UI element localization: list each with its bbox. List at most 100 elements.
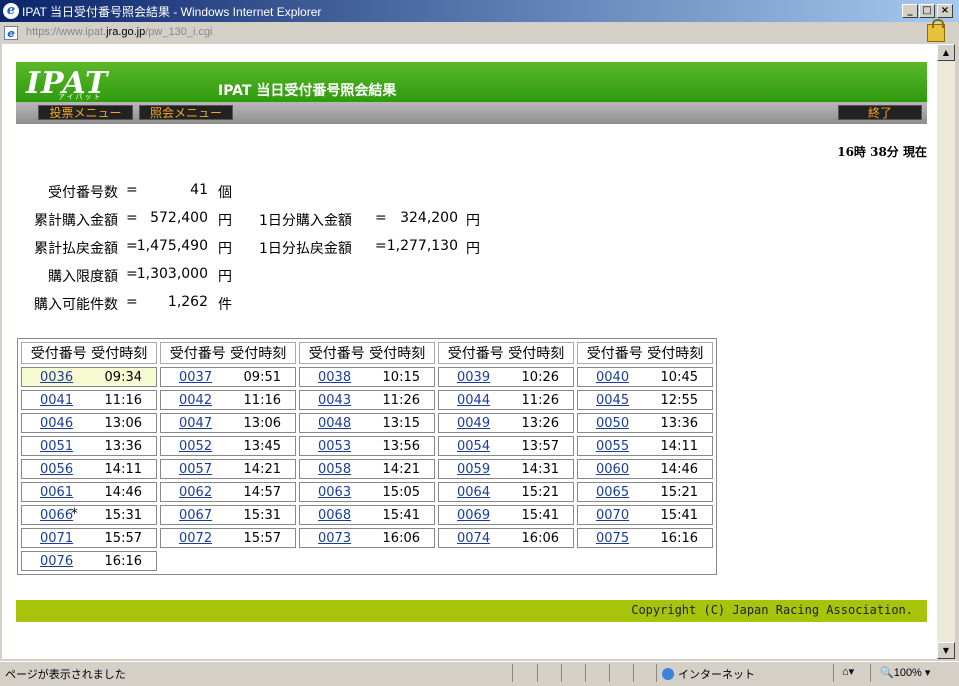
total-refund-label: 累計払戻金額 <box>34 241 118 257</box>
table-body: 0036 09:34 0037 09:51 0038 10:15 0039 10:26 0040… <box>21 367 713 571</box>
lock-icon[interactable] <box>927 19 945 42</box>
receipt-time: 11:16 <box>104 392 142 408</box>
status-text: ページが表示されました <box>5 669 126 681</box>
receipt-time: 13:06 <box>243 415 281 431</box>
receipt-cell: 0063 15:05 <box>299 482 435 502</box>
receipt-number-link[interactable]: 0053 <box>318 439 351 454</box>
receipt-time: 13:26 <box>521 415 559 431</box>
receipt-number-link[interactable]: 0052 <box>179 439 212 454</box>
receipt-number-link[interactable]: 0065 <box>596 485 629 500</box>
inquiry-menu-button[interactable]: 照会メニュー <box>139 105 233 120</box>
available-value: 1,262 <box>167 294 208 310</box>
receipt-cell: 0065 15:21 <box>577 482 713 502</box>
receipt-number-link[interactable]: 0057 <box>179 462 212 477</box>
zoom-level[interactable]: 🔍100% ▾ <box>880 666 930 679</box>
page-title: IPAT 当日受付番号照会結果 <box>218 83 397 99</box>
receipt-number-link[interactable]: 0061 <box>40 485 73 500</box>
receipt-time: 15:41 <box>521 507 559 523</box>
window-title: IPAT 当日受付番号照会結果 - Windows Internet Explo… <box>22 5 322 19</box>
receipt-time: 10:45 <box>660 369 698 385</box>
receipt-time: 15:21 <box>660 484 698 500</box>
receipt-number-link[interactable]: 0046 <box>40 416 73 431</box>
receipt-number-link[interactable]: 0051 <box>40 439 73 454</box>
protected-mode-icon[interactable]: ⌂▾ <box>842 665 854 678</box>
receipt-number-link[interactable]: 0036 <box>40 370 73 385</box>
column-header: 受付番号 受付時刻 <box>21 342 157 364</box>
exit-button[interactable]: 終了 <box>838 105 922 120</box>
receipt-number-link[interactable]: 0069 <box>457 508 490 523</box>
scroll-up-arrow-icon[interactable]: ▲ <box>937 44 955 61</box>
receipt-number-link[interactable]: 0067 <box>179 508 212 523</box>
receipt-number-link[interactable]: 0063 <box>318 485 351 500</box>
receipt-number-link[interactable]: 0076 <box>40 554 73 569</box>
day-refund-value: 1,277,130 <box>386 238 458 254</box>
page-viewport: IPAT アイパット IPAT 当日受付番号照会結果 投票メニュー 照会メニュー… <box>2 44 937 659</box>
copyright-text: Copyright (C) Japan Racing Association. <box>631 603 913 617</box>
receipt-number-link[interactable]: 0074 <box>457 531 490 546</box>
column-header: 受付番号 受付時刻 <box>577 342 713 364</box>
receipt-cell: 0072 15:57 <box>160 528 296 548</box>
window-title-bar[interactable]: e IPAT 当日受付番号照会結果 - Windows Internet Exp… <box>0 0 959 22</box>
receipt-time: 13:15 <box>382 415 420 431</box>
receipt-time: 09:34 <box>104 369 142 385</box>
receipt-number-link[interactable]: 0064 <box>457 485 490 500</box>
receipt-number-link[interactable]: 0056 <box>40 462 73 477</box>
url-text[interactable]: https://www.ipat.jra.go.jp/pw_130_i.cgi <box>26 26 213 38</box>
mark-asterisk: * <box>70 506 78 522</box>
receipt-number-link[interactable]: 0062 <box>179 485 212 500</box>
receipt-number-link[interactable]: 0055 <box>596 439 629 454</box>
receipt-number-link[interactable]: 0037 <box>179 370 212 385</box>
receipt-time: 11:26 <box>521 392 559 408</box>
vote-menu-button[interactable]: 投票メニュー <box>38 105 133 120</box>
minimize-button[interactable]: _ <box>902 4 918 18</box>
receipt-number-link[interactable]: 0048 <box>318 416 351 431</box>
receipt-time: 10:15 <box>382 369 420 385</box>
vertical-scrollbar[interactable]: ▲ ▼ <box>937 44 955 659</box>
scroll-down-arrow-icon[interactable]: ▼ <box>937 642 955 659</box>
receipt-time: 15:41 <box>660 507 698 523</box>
close-button[interactable]: × <box>937 4 953 18</box>
receipt-number-link[interactable]: 0043 <box>318 393 351 408</box>
receipt-number-link[interactable]: 0044 <box>457 393 490 408</box>
receipt-time: 13:57 <box>521 438 559 454</box>
receipt-number-link[interactable]: 0040 <box>596 370 629 385</box>
table-header-row: 受付番号 受付時刻 受付番号 受付時刻 受付番号 受付時刻 受付番号 受付時刻 受付番号… <box>21 342 713 364</box>
receipt-number-link[interactable]: 0060 <box>596 462 629 477</box>
receipt-cell: 0066 * 15:31 <box>21 505 157 525</box>
total-refund-value: 1,475,490 <box>136 238 208 254</box>
receipt-number-link[interactable]: 0059 <box>457 462 490 477</box>
receipt-number-link[interactable]: 0039 <box>457 370 490 385</box>
receipt-number-link[interactable]: 0070 <box>596 508 629 523</box>
receipt-number-link[interactable]: 0049 <box>457 416 490 431</box>
receipt-number-link[interactable]: 0041 <box>40 393 73 408</box>
receipt-number-link[interactable]: 0038 <box>318 370 351 385</box>
receipt-cell: 0074 16:06 <box>438 528 574 548</box>
receipt-number-link[interactable]: 0068 <box>318 508 351 523</box>
receipt-cell: 0044 11:26 <box>438 390 574 410</box>
receipt-number-link[interactable]: 0058 <box>318 462 351 477</box>
receipt-cell: 0050 13:36 <box>577 413 713 433</box>
receipt-number-link[interactable]: 0071 <box>40 531 73 546</box>
receipt-number-link[interactable]: 0042 <box>179 393 212 408</box>
day-purchase-label: 1日分購入金額 <box>259 213 352 229</box>
receipt-number-link[interactable]: 0066 <box>40 508 73 523</box>
receipt-cell: 0045 12:55 <box>577 390 713 410</box>
receipt-number-link[interactable]: 0073 <box>318 531 351 546</box>
total-purchase-value: 572,400 <box>150 210 208 226</box>
receipt-number-link[interactable]: 0075 <box>596 531 629 546</box>
receipt-number-link[interactable]: 0047 <box>179 416 212 431</box>
address-bar[interactable]: e https://www.ipat.jra.go.jp/pw_130_i.cg… <box>0 22 959 44</box>
receipt-number-link[interactable]: 0054 <box>457 439 490 454</box>
receipt-cell: 0046 13:06 <box>21 413 157 433</box>
receipt-cell: 0058 14:21 <box>299 459 435 479</box>
receipt-time: 15:41 <box>382 507 420 523</box>
ipat-header: IPAT アイパット IPAT 当日受付番号照会結果 <box>16 62 927 102</box>
receipt-number-link[interactable]: 0045 <box>596 393 629 408</box>
column-header: 受付番号 受付時刻 <box>299 342 435 364</box>
security-zone: インターネット <box>662 666 755 682</box>
receipt-number-link[interactable]: 0072 <box>179 531 212 546</box>
table-row: 0076 16:16 <box>21 551 713 571</box>
receipt-cell: 0056 14:11 <box>21 459 157 479</box>
receipt-number-link[interactable]: 0050 <box>596 416 629 431</box>
maximize-button[interactable]: □ <box>919 4 935 18</box>
